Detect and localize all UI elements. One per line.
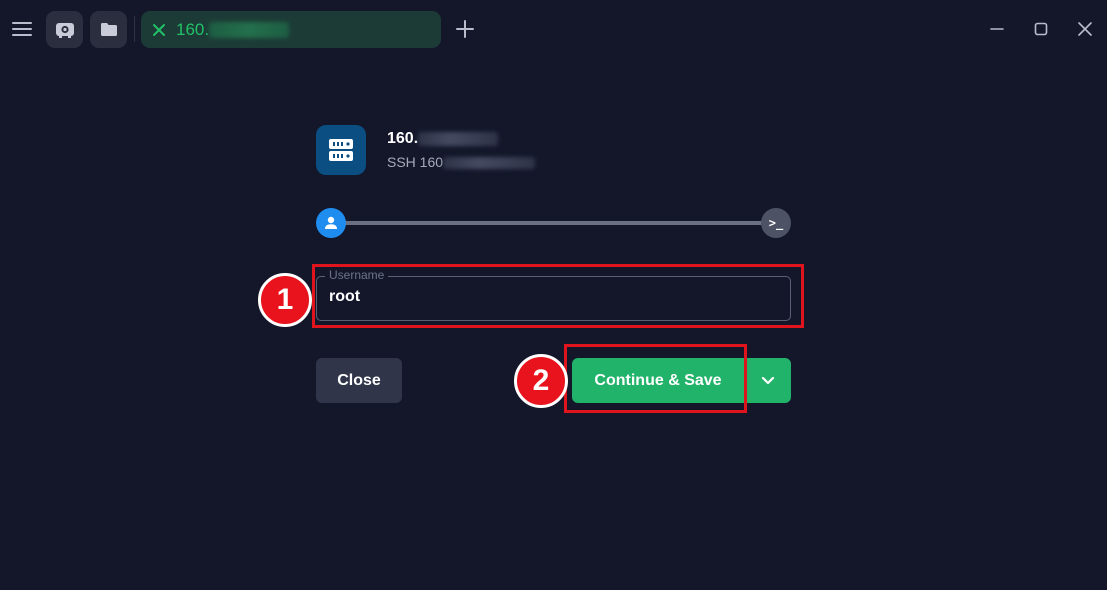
host-title: 160. [387, 130, 499, 148]
vault-icon [55, 22, 74, 38]
host-subtitle-text: SSH 160 [387, 154, 444, 170]
toolbar-divider [134, 16, 135, 42]
host-name-text: 160. [387, 130, 419, 147]
maximize-icon [1034, 22, 1048, 36]
menu-icon [12, 22, 32, 36]
app-window: 160. 160. SSH 160 >_ Username root Close… [0, 0, 1107, 590]
annotation-badge-2: 2 [514, 354, 568, 408]
title-bar: 160. [0, 0, 1107, 58]
tab-host-connection[interactable]: 160. [141, 11, 441, 48]
step-username [316, 208, 346, 238]
step-terminal: >_ [761, 208, 791, 238]
close-button[interactable]: Close [316, 358, 402, 403]
annotation-box-continue [564, 344, 747, 413]
sftp-button[interactable] [90, 11, 127, 48]
window-close-button[interactable] [1074, 18, 1096, 40]
redacted-text [209, 21, 290, 38]
tab-label: 160. [176, 19, 210, 39]
connection-progress-track [331, 221, 776, 225]
minimize-button[interactable] [986, 18, 1008, 40]
host-avatar [316, 125, 366, 175]
redacted-text [418, 131, 499, 146]
chevron-down-icon [761, 376, 775, 384]
minimize-icon [990, 28, 1004, 30]
redacted-text [443, 157, 536, 170]
new-tab-button[interactable] [452, 16, 478, 42]
server-icon [329, 139, 353, 161]
folder-icon [100, 23, 117, 36]
continue-options-button[interactable] [745, 358, 791, 403]
close-icon [1078, 22, 1092, 36]
terminal-icon: >_ [768, 216, 784, 230]
user-icon [325, 216, 337, 229]
annotation-badge-1: 1 [258, 273, 312, 327]
annotation-box-username [312, 264, 804, 328]
vaults-button[interactable] [46, 11, 83, 48]
host-subtitle: SSH 160 [387, 154, 536, 170]
plus-icon [456, 20, 474, 38]
maximize-button[interactable] [1030, 18, 1052, 40]
hamburger-menu-button[interactable] [8, 14, 36, 44]
close-icon[interactable] [151, 22, 167, 38]
